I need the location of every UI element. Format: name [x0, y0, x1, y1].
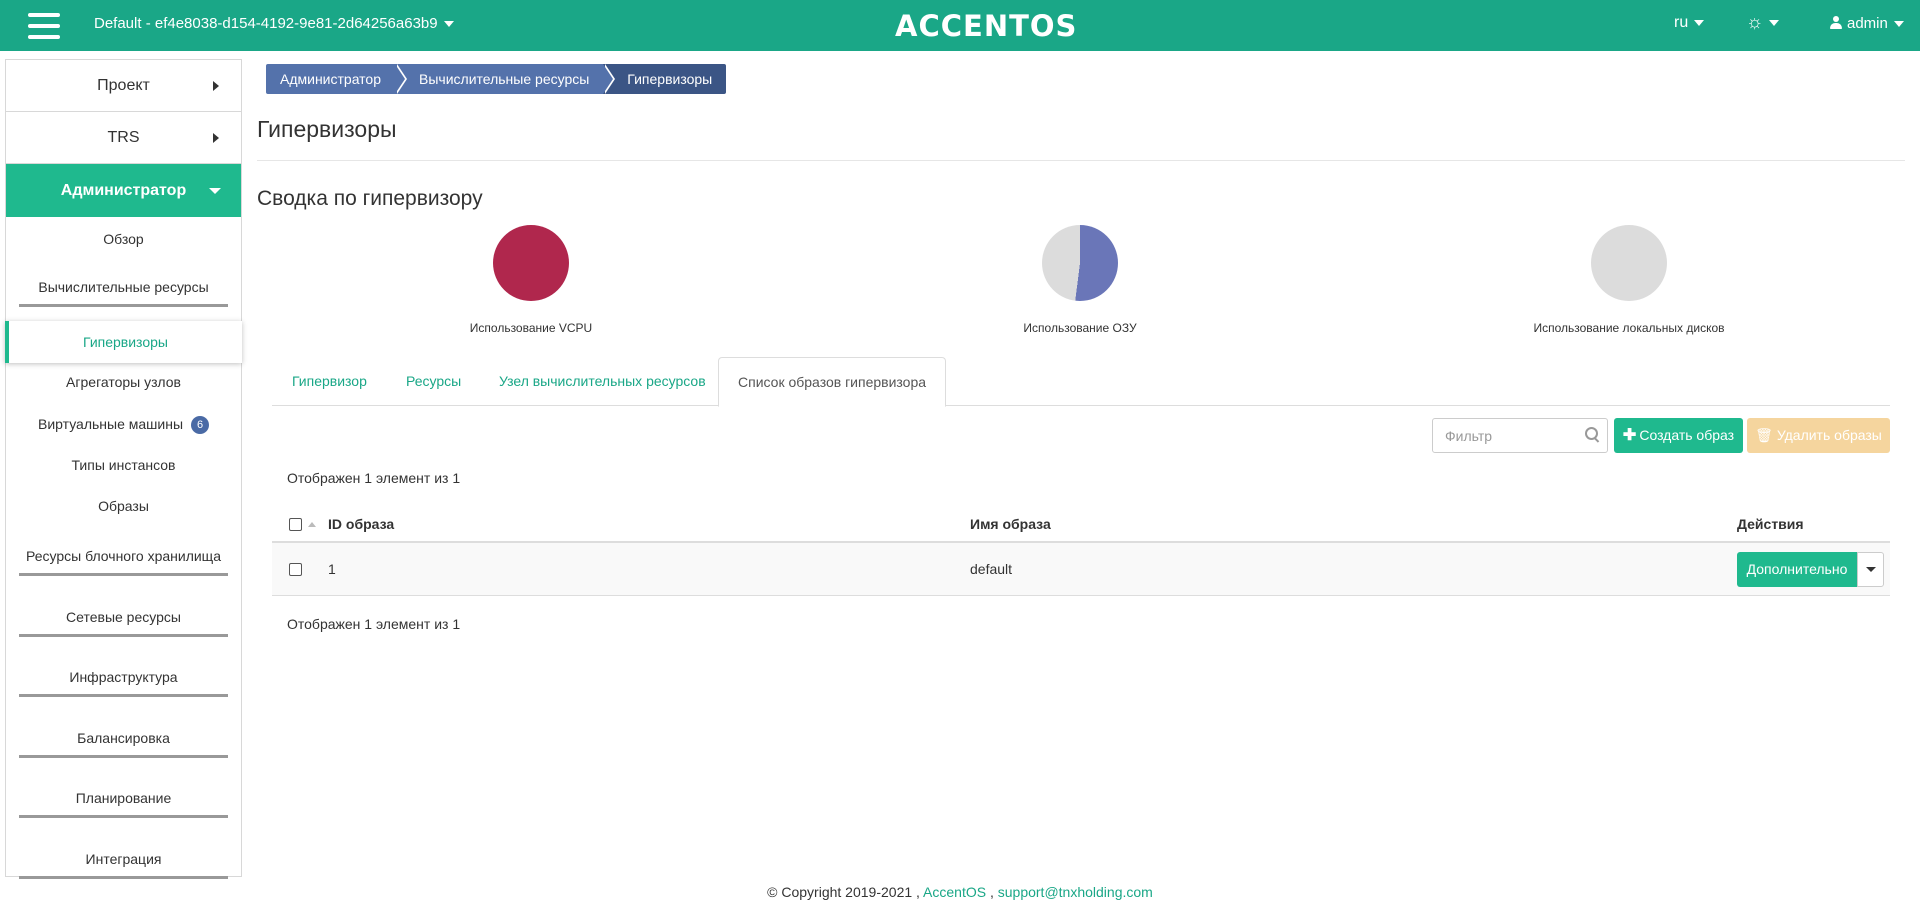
divider	[257, 160, 1905, 161]
create-image-label: Создать образ	[1639, 427, 1735, 443]
sidebar-item-label: Виртуальные машины	[37, 416, 184, 432]
user-menu[interactable]: admin	[1830, 15, 1904, 32]
sidebar-item-label: TRS	[107, 129, 140, 146]
disk-pie	[1591, 225, 1667, 301]
vm-count-badge: 6	[191, 416, 210, 434]
language-label: ru	[1674, 14, 1689, 31]
top-bar: Default - ef4e8038-d154-4192-9e81-2d6425…	[0, 0, 1920, 51]
sidebar: Проект TRS Администратор Обзор Вычислите…	[5, 59, 242, 879]
delete-images-button[interactable]: 🗑 Удалить образы	[1747, 418, 1890, 453]
sidebar-item-infra[interactable]: Инфраструктура	[6, 669, 241, 697]
sidebar-item-planning[interactable]: Планирование	[6, 790, 241, 818]
project-name: Default - ef4e8038-d154-4192-9e81-2d6425…	[94, 15, 438, 32]
chevron-down-icon	[209, 188, 221, 194]
sidebar-item-aggregates[interactable]: Агрегаторы узлов	[6, 374, 241, 390]
chevron-down-icon	[1893, 21, 1904, 28]
image-id: 1	[328, 561, 336, 577]
select-all-checkbox[interactable]	[289, 518, 302, 531]
support-email-link[interactable]: support@tnxholding.com	[998, 884, 1153, 900]
sidebar-item-compute[interactable]: Вычислительные ресурсы	[6, 279, 241, 307]
sidebar-item-images[interactable]: Образы	[6, 498, 241, 514]
sidebar-item-project[interactable]: Проект	[6, 60, 241, 112]
sidebar-item-label: Администратор	[60, 182, 187, 199]
gear-icon: ☼	[1746, 12, 1764, 33]
settings-menu[interactable]: ☼	[1746, 12, 1780, 34]
tab-compute-node[interactable]: Узел вычислительных ресурсов	[499, 357, 706, 406]
footer: © Copyright 2019-2021 , AccentOS , suppo…	[0, 884, 1920, 900]
sort-asc-icon[interactable]	[308, 522, 316, 527]
tab-resources[interactable]: Ресурсы	[406, 357, 461, 406]
chevron-down-icon	[1694, 19, 1705, 26]
sidebar-item-trs[interactable]: TRS	[6, 112, 241, 164]
summary-title: Сводка по гипервизору	[257, 187, 483, 210]
chevron-right-icon	[213, 133, 219, 143]
breadcrumb-admin[interactable]: Администратор	[266, 64, 408, 94]
sidebar-item-vms[interactable]: Виртуальные машины 6	[6, 416, 241, 434]
tab-hypervisor[interactable]: Гипервизор	[292, 357, 367, 406]
tab-bar: Гипервизор Ресурсы Узел вычислительных р…	[272, 357, 1890, 407]
vcpu-label: Использование VCPU	[469, 321, 593, 335]
table-row: 1 default Дополнительно	[272, 543, 1890, 596]
chevron-right-icon	[213, 81, 219, 91]
item-count-bottom: Отображен 1 элемент из 1	[287, 616, 461, 632]
filter-input[interactable]	[1432, 418, 1608, 453]
breadcrumb: Администратор Вычислительные ресурсы Гип…	[266, 64, 727, 94]
more-actions-dropdown[interactable]	[1857, 552, 1884, 587]
footer-separator: ,	[989, 884, 994, 900]
vcpu-pie	[493, 225, 569, 301]
vcpu-usage-chart: Использование VCPU	[421, 225, 641, 335]
image-name: default	[970, 561, 1013, 577]
item-count-top: Отображен 1 элемент из 1	[287, 470, 461, 486]
menu-toggle-icon[interactable]	[28, 13, 60, 39]
ram-label: Использование ОЗУ	[1023, 321, 1137, 335]
ram-pie	[1042, 225, 1118, 301]
sidebar-item-hypervisors[interactable]: Гипервизоры	[5, 321, 242, 363]
breadcrumb-compute[interactable]: Вычислительные ресурсы	[395, 64, 616, 94]
language-selector[interactable]: ru	[1674, 14, 1705, 32]
column-header-id[interactable]: ID образа	[328, 516, 394, 532]
breadcrumb-hypervisors[interactable]: Гипервизоры	[603, 64, 727, 94]
row-checkbox[interactable]	[289, 563, 302, 576]
sidebar-item-integration[interactable]: Интеграция	[6, 851, 241, 879]
brand-logo: ACCENTOS	[895, 9, 1078, 43]
trash-icon: 🗑	[1755, 427, 1777, 443]
sidebar-item-block[interactable]: Ресурсы блочного хранилища	[6, 548, 241, 576]
chevron-down-icon	[443, 21, 454, 28]
accentos-link[interactable]: AccentOS	[923, 884, 986, 900]
sidebar-item-flavors[interactable]: Типы инстансов	[6, 457, 241, 473]
images-table: ID образа Имя образа Действия 1 default …	[272, 507, 1890, 596]
ram-usage-chart: Использование ОЗУ	[970, 225, 1190, 335]
disk-usage-chart: Использование локальных дисков	[1519, 225, 1739, 335]
sidebar-item-balancing[interactable]: Балансировка	[6, 730, 241, 758]
chevron-down-icon	[1769, 19, 1780, 26]
create-image-button[interactable]: ✚ Создать образ	[1614, 418, 1743, 453]
column-header-actions: Действия	[1737, 516, 1804, 532]
sidebar-item-admin[interactable]: Администратор	[6, 164, 241, 217]
delete-images-label: Удалить образы	[1776, 427, 1882, 443]
user-icon	[1830, 16, 1842, 29]
sidebar-item-network[interactable]: Сетевые ресурсы	[6, 609, 241, 637]
more-actions-button[interactable]: Дополнительно	[1737, 552, 1857, 587]
table-header: ID образа Имя образа Действия	[272, 507, 1890, 543]
column-header-name[interactable]: Имя образа	[970, 516, 1051, 532]
page-title: Гипервизоры	[257, 116, 397, 142]
sidebar-item-overview[interactable]: Обзор	[6, 231, 241, 247]
user-name: admin	[1847, 15, 1888, 32]
sidebar-item-label: Проект	[97, 77, 150, 94]
project-selector[interactable]: Default - ef4e8038-d154-4192-9e81-2d6425…	[94, 15, 454, 32]
disk-label: Использование локальных дисков	[1533, 321, 1725, 335]
tab-image-list[interactable]: Список образов гипервизора	[718, 357, 947, 407]
plus-icon: ✚	[1622, 427, 1637, 444]
copyright-text: © Copyright 2019-2021 ,	[767, 884, 920, 900]
